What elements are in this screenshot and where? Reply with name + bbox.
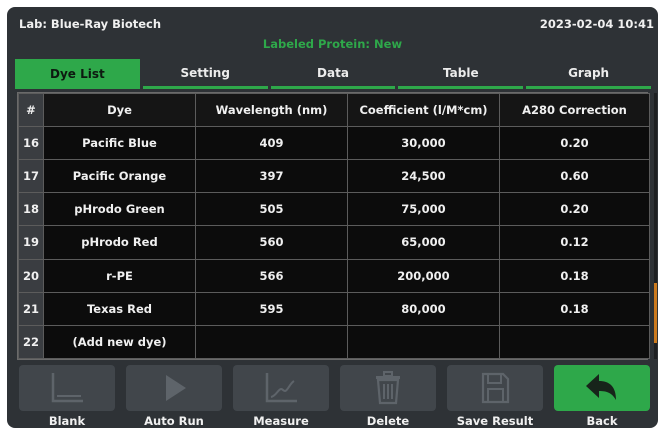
- a280-correction-cell: [499, 324, 650, 360]
- tab-setting[interactable]: Setting: [142, 59, 268, 89]
- row-index: 20: [18, 258, 44, 293]
- tab-table[interactable]: Table: [398, 59, 524, 89]
- auto-run-button[interactable]: Auto Run: [126, 364, 222, 428]
- measure-button[interactable]: Measure: [233, 364, 329, 428]
- table-row[interactable]: 18 pHrodo Green 505 75,000 0.20: [18, 192, 650, 227]
- coefficient-cell: 24,500: [347, 159, 500, 194]
- a280-correction-cell: 0.20: [499, 192, 650, 227]
- table-row[interactable]: 16 Pacific Blue 409 30,000 0.20: [18, 125, 650, 161]
- a280-correction-cell: 0.20: [499, 125, 650, 161]
- wavelength-cell: 505: [195, 192, 348, 227]
- table-row[interactable]: 20 r-PE 566 200,000 0.18: [18, 258, 650, 293]
- column-header-wavelength: Wavelength (nm): [195, 93, 348, 127]
- coefficient-cell: 65,000: [347, 225, 500, 260]
- table-row[interactable]: 19 pHrodo Red 560 65,000 0.12: [18, 225, 650, 260]
- a280-correction-cell: 0.18: [499, 291, 650, 326]
- dye-name-cell: Pacific Orange: [43, 159, 196, 194]
- dye-table: # Dye Wavelength (nm) Coefficient (l/M*c…: [17, 92, 650, 360]
- measure-graph-icon: [265, 373, 297, 403]
- row-index: 18: [18, 192, 44, 227]
- tab-bar: Dye List Setting Data Table Graph: [15, 59, 651, 89]
- dye-name-cell: pHrodo Red: [43, 225, 196, 260]
- save-floppy-icon: [481, 372, 510, 404]
- a280-correction-cell: 0.60: [499, 159, 650, 194]
- trash-icon: [376, 371, 400, 405]
- auto-run-label: Auto Run: [144, 414, 204, 428]
- a280-correction-cell: 0.12: [499, 225, 650, 260]
- delete-button[interactable]: Delete: [340, 364, 436, 428]
- labeled-protein-title: Labeled Protein: New: [262, 37, 403, 51]
- blank-label: Blank: [48, 414, 86, 428]
- coefficient-cell: 30,000: [347, 125, 500, 161]
- wavelength-cell: 560: [195, 225, 348, 260]
- dye-name-cell: Pacific Blue: [43, 125, 196, 161]
- play-icon: [166, 375, 186, 401]
- blank-button[interactable]: Blank: [19, 364, 115, 428]
- save-result-label: Save Result: [456, 414, 534, 428]
- row-index: 17: [18, 159, 44, 194]
- row-index: 19: [18, 225, 44, 260]
- add-new-dye-cell[interactable]: (Add new dye): [43, 324, 196, 360]
- wavelength-cell: 397: [195, 159, 348, 194]
- wavelength-cell: 595: [195, 291, 348, 326]
- wavelength-cell: [195, 324, 348, 360]
- wavelength-cell: 409: [195, 125, 348, 161]
- add-new-dye-row[interactable]: 22 (Add new dye): [18, 324, 650, 360]
- back-label: Back: [586, 414, 618, 428]
- column-header-a280-correction: A280 Correction: [499, 93, 650, 127]
- blank-icon: [51, 373, 83, 403]
- dye-name-cell: pHrodo Green: [43, 192, 196, 227]
- dye-name-cell: Texas Red: [43, 291, 196, 326]
- table-row[interactable]: 17 Pacific Orange 397 24,500 0.60: [18, 159, 650, 194]
- back-arrow-icon: [586, 374, 616, 400]
- delete-label: Delete: [366, 414, 410, 428]
- measure-label: Measure: [253, 414, 309, 428]
- column-header-dye: Dye: [43, 93, 196, 127]
- coefficient-cell: 75,000: [347, 192, 500, 227]
- save-result-button[interactable]: Save Result: [447, 364, 543, 428]
- row-index: 16: [18, 125, 44, 161]
- instrument-screen: Lab: Blue-Ray Biotech 2023-02-04 10:41 L…: [7, 7, 658, 428]
- a280-correction-cell: 0.18: [499, 258, 650, 293]
- row-index: 21: [18, 291, 44, 326]
- column-header-index: #: [18, 93, 44, 127]
- tab-dye-list[interactable]: Dye List: [15, 59, 140, 89]
- table-scrollbar[interactable]: [654, 93, 657, 359]
- action-toolbar: Blank Auto Run Measure Delete Save Resul…: [19, 364, 650, 428]
- table-row[interactable]: 21 Texas Red 595 80,000 0.18: [18, 291, 650, 326]
- back-button[interactable]: Back: [554, 364, 650, 428]
- coefficient-cell: 200,000: [347, 258, 500, 293]
- datetime: 2023-02-04 10:41: [539, 17, 654, 31]
- scrollbar-thumb[interactable]: [654, 283, 657, 343]
- coefficient-cell: 80,000: [347, 291, 500, 326]
- row-index: 22: [18, 324, 44, 360]
- table-header-row: # Dye Wavelength (nm) Coefficient (l/M*c…: [18, 93, 650, 127]
- dye-name-cell: r-PE: [43, 258, 196, 293]
- tab-graph[interactable]: Graph: [526, 59, 651, 89]
- column-header-coefficient: Coefficient (l/M*cm): [347, 93, 500, 127]
- lab-title: Lab: Blue-Ray Biotech: [19, 17, 162, 31]
- coefficient-cell: [347, 324, 500, 360]
- wavelength-cell: 566: [195, 258, 348, 293]
- tab-data[interactable]: Data: [270, 59, 396, 89]
